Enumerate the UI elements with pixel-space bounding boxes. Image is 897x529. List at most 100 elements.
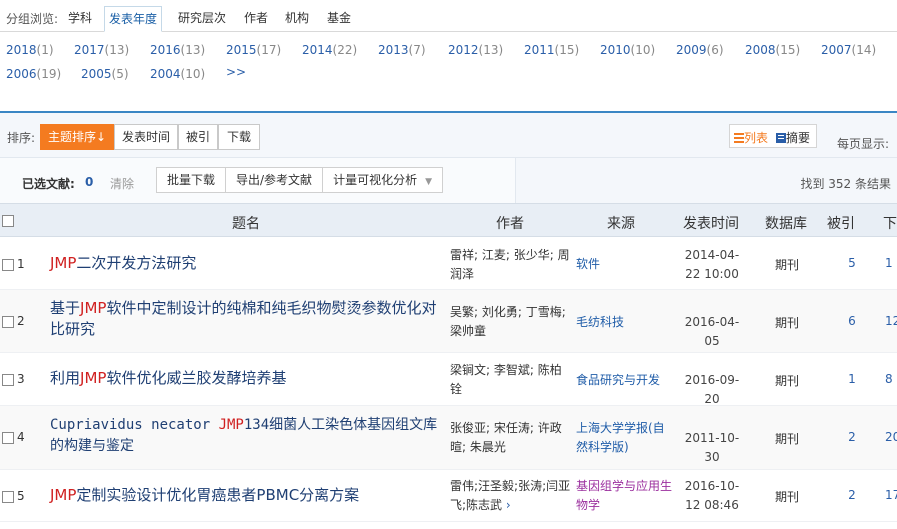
year-filter-item[interactable]: 2013(7) (378, 43, 426, 57)
per-page-label: 每页显示: (837, 137, 890, 151)
selected-label: 已选文献: (22, 177, 75, 191)
article-source-link[interactable]: 食品研究与开发 (576, 371, 676, 390)
result-count: 找到 352 条结果 (800, 177, 891, 191)
year-filter-item[interactable]: 2016(13) (150, 43, 205, 57)
sort-label: 排序: (7, 131, 36, 145)
article-authors[interactable]: 雷伟;汪圣毅;张涛;闫亚飞;陈志武 › (450, 477, 572, 515)
article-title-link[interactable]: 利用JMP软件优化威兰胶发酵培养基 (50, 368, 442, 389)
column-header-cited: 被引 (827, 216, 855, 232)
year-filter-item[interactable]: 2007(14) (821, 43, 876, 57)
row-number: 2 (17, 314, 25, 328)
group-tab-fund[interactable]: 基金 (323, 6, 355, 32)
chevron-down-icon: ▼ (425, 177, 432, 187)
cited-count-link[interactable]: 5 (838, 256, 866, 270)
view-abstract-button[interactable]: 摘要 (776, 129, 810, 146)
row-checkbox[interactable] (2, 316, 14, 328)
cited-count-link[interactable]: 1 (838, 372, 866, 386)
row-checkbox[interactable] (2, 374, 14, 386)
sort-by-date-button[interactable]: 发表时间 (114, 124, 178, 150)
year-filter-item[interactable]: 2018(1) (6, 43, 54, 57)
view-list-button[interactable]: 列表 (734, 129, 768, 146)
column-header-download: 下 (883, 216, 897, 232)
column-header-source: 来源 (607, 216, 635, 232)
group-tab-level[interactable]: 研究层次 (174, 6, 230, 32)
year-filter-item[interactable]: 2014(22) (302, 43, 357, 57)
article-title-link[interactable]: JMP二次开发方法研究 (50, 253, 442, 274)
database-type: 期刊 (774, 490, 799, 504)
years-more-link[interactable]: >> (226, 65, 246, 79)
article-source-link[interactable]: 毛纺科技 (576, 313, 676, 332)
sort-by-download-button[interactable]: 下载 (218, 124, 260, 150)
publish-date: 2011-10-30 (684, 431, 740, 464)
download-count-link[interactable]: 17 (885, 488, 897, 502)
article-title-link[interactable]: Cupriavidus necator JMP134细菌人工染色体基因组文库的构… (50, 415, 442, 457)
list-icon (734, 133, 744, 143)
selection-tools: 已选文献: 0 清除 批量下载 导出/参考文献 计量可视化分析 ▼ (0, 158, 516, 203)
publish-date: 2014-04-22 10:00 (684, 248, 740, 281)
sort-by-cited-button[interactable]: 被引 (178, 124, 218, 150)
row-number: 5 (17, 489, 25, 503)
article-title-link[interactable]: JMP定制实验设计优化胃癌患者PBMC分离方案 (50, 485, 442, 506)
group-tab-author[interactable]: 作者 (240, 6, 272, 32)
column-header-date: 发表时间 (683, 216, 739, 232)
year-filter-item[interactable]: 2006(19) (6, 67, 61, 81)
article-title-link[interactable]: 基于JMP软件中定制设计的纯棉和纯毛织物熨烫参数优化对比研究 (50, 298, 442, 340)
article-source-link[interactable]: 软件 (576, 255, 676, 274)
batch-download-button[interactable]: 批量下载 (157, 168, 227, 192)
cited-count-link[interactable]: 2 (838, 430, 866, 444)
article-authors[interactable]: 雷祥; 江麦; 张少华; 周润泽 (450, 246, 572, 284)
article-source-link[interactable]: 基因组学与应用生物学 (576, 477, 676, 515)
group-tab-year[interactable]: 发表年度 (104, 6, 163, 32)
clear-selection-link[interactable]: 清除 (110, 175, 134, 192)
sort-by-topic-button[interactable]: 主题排序↓ (40, 124, 114, 150)
visual-analysis-dropdown[interactable]: 计量可视化分析 ▼ (323, 168, 442, 192)
database-type: 期刊 (774, 432, 799, 446)
article-authors[interactable]: 吴繁; 刘化勇; 丁雪梅; 梁帅童 (450, 303, 572, 341)
download-count-link[interactable]: 12 (885, 314, 897, 328)
year-filter-item[interactable]: 2005(5) (81, 67, 129, 81)
database-type: 期刊 (774, 316, 799, 330)
selection-bar: 已选文献: 0 清除 批量下载 导出/参考文献 计量可视化分析 ▼ 找到 352 … (0, 158, 897, 203)
year-filter-item[interactable]: 2008(15) (745, 43, 800, 57)
download-count-link[interactable]: 8 (885, 372, 893, 386)
group-tab-subject[interactable]: 学科 (64, 6, 96, 32)
group-tab-institution[interactable]: 机构 (281, 6, 313, 32)
download-count-link[interactable]: 1 (885, 256, 893, 270)
article-authors[interactable]: 梁锏文; 李智斌; 陈柏铨 (450, 361, 572, 399)
row-checkbox[interactable] (2, 491, 14, 503)
table-row: 2 基于JMP软件中定制设计的纯棉和纯毛织物熨烫参数优化对比研究 吴繁; 刘化勇… (0, 290, 897, 353)
publish-date: 2016-09-20 (684, 373, 740, 406)
download-count-link[interactable]: 20 (885, 430, 897, 444)
view-toggle: 列表 摘要 (729, 124, 817, 148)
article-authors[interactable]: 张俊亚; 宋任涛; 许政暄; 朱晨光 (450, 419, 572, 457)
publish-date: 2016-04-05 (684, 315, 740, 348)
select-all-checkbox[interactable] (2, 215, 14, 227)
column-header-author: 作者 (496, 216, 524, 232)
year-filter-item[interactable]: 2015(17) (226, 43, 281, 57)
year-filter-item[interactable]: 2010(10) (600, 43, 655, 57)
abstract-icon (776, 133, 786, 143)
arrow-down-icon: ↓ (95, 130, 107, 144)
group-browse-bar: 分组浏览: 学科 发表年度 研究层次 作者 机构 基金 (0, 0, 897, 32)
row-checkbox[interactable] (2, 259, 14, 271)
cited-count-link[interactable]: 6 (838, 314, 866, 328)
row-number: 4 (17, 430, 25, 444)
cited-count-link[interactable]: 2 (838, 488, 866, 502)
more-authors-icon[interactable]: › (506, 498, 511, 512)
year-filter-item[interactable]: 2004(10) (150, 67, 205, 81)
database-type: 期刊 (774, 374, 799, 388)
year-filter-item[interactable]: 2012(13) (448, 43, 503, 57)
table-row: 4 Cupriavidus necator JMP134细菌人工染色体基因组文库… (0, 406, 897, 470)
year-filter-item[interactable]: 2011(15) (524, 43, 579, 57)
selected-count: 0 (85, 175, 94, 189)
year-filter-item[interactable]: 2017(13) (74, 43, 129, 57)
year-filter-item[interactable]: 2009(6) (676, 43, 724, 57)
article-source-link[interactable]: 上海大学学报(自然科学版) (576, 419, 676, 457)
sort-bar: 排序: 主题排序↓ 发表时间 被引 下载 列表 摘要 每页显示: (0, 113, 897, 158)
publish-date: 2016-10-12 08:46 (684, 479, 740, 512)
row-checkbox[interactable] (2, 432, 14, 444)
action-button-group: 批量下载 导出/参考文献 计量可视化分析 ▼ (156, 167, 443, 193)
table-row: 5 JMP定制实验设计优化胃癌患者PBMC分离方案 雷伟;汪圣毅;张涛;闫亚飞;… (0, 470, 897, 522)
table-header: 题名 作者 来源 发表时间 数据库 被引 下 (0, 203, 897, 237)
export-citation-button[interactable]: 导出/参考文献 (226, 168, 324, 192)
